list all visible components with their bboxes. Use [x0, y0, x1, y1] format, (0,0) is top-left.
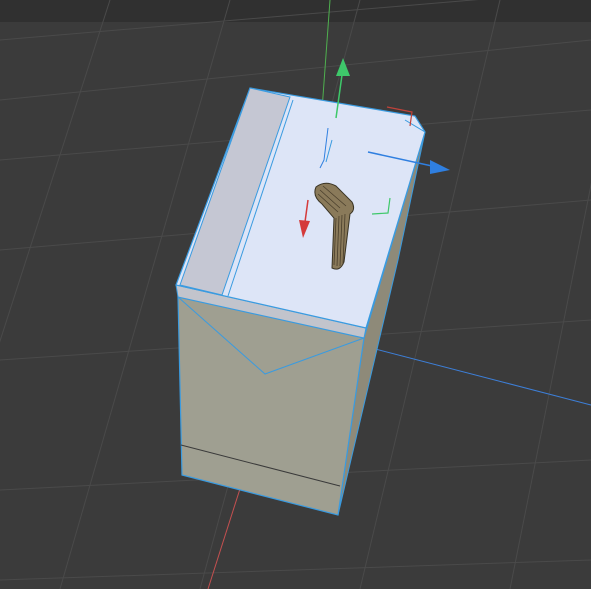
gizmo-y-arrow-icon[interactable]	[336, 58, 350, 76]
world-y-axis-line	[321, 0, 331, 111]
grid-line	[509, 182, 591, 589]
gizmo-z-arrow-icon[interactable]	[430, 160, 450, 174]
viewport-scene[interactable]	[0, 0, 591, 589]
box-mesh-object[interactable]	[175, 87, 426, 516]
grid-line	[0, 559, 591, 581]
world-z-axis-line	[359, 344, 591, 406]
grid-line	[0, 0, 479, 41]
3d-viewport[interactable]	[0, 0, 591, 589]
grid-line	[0, 0, 111, 343]
grid-line	[0, 39, 591, 101]
